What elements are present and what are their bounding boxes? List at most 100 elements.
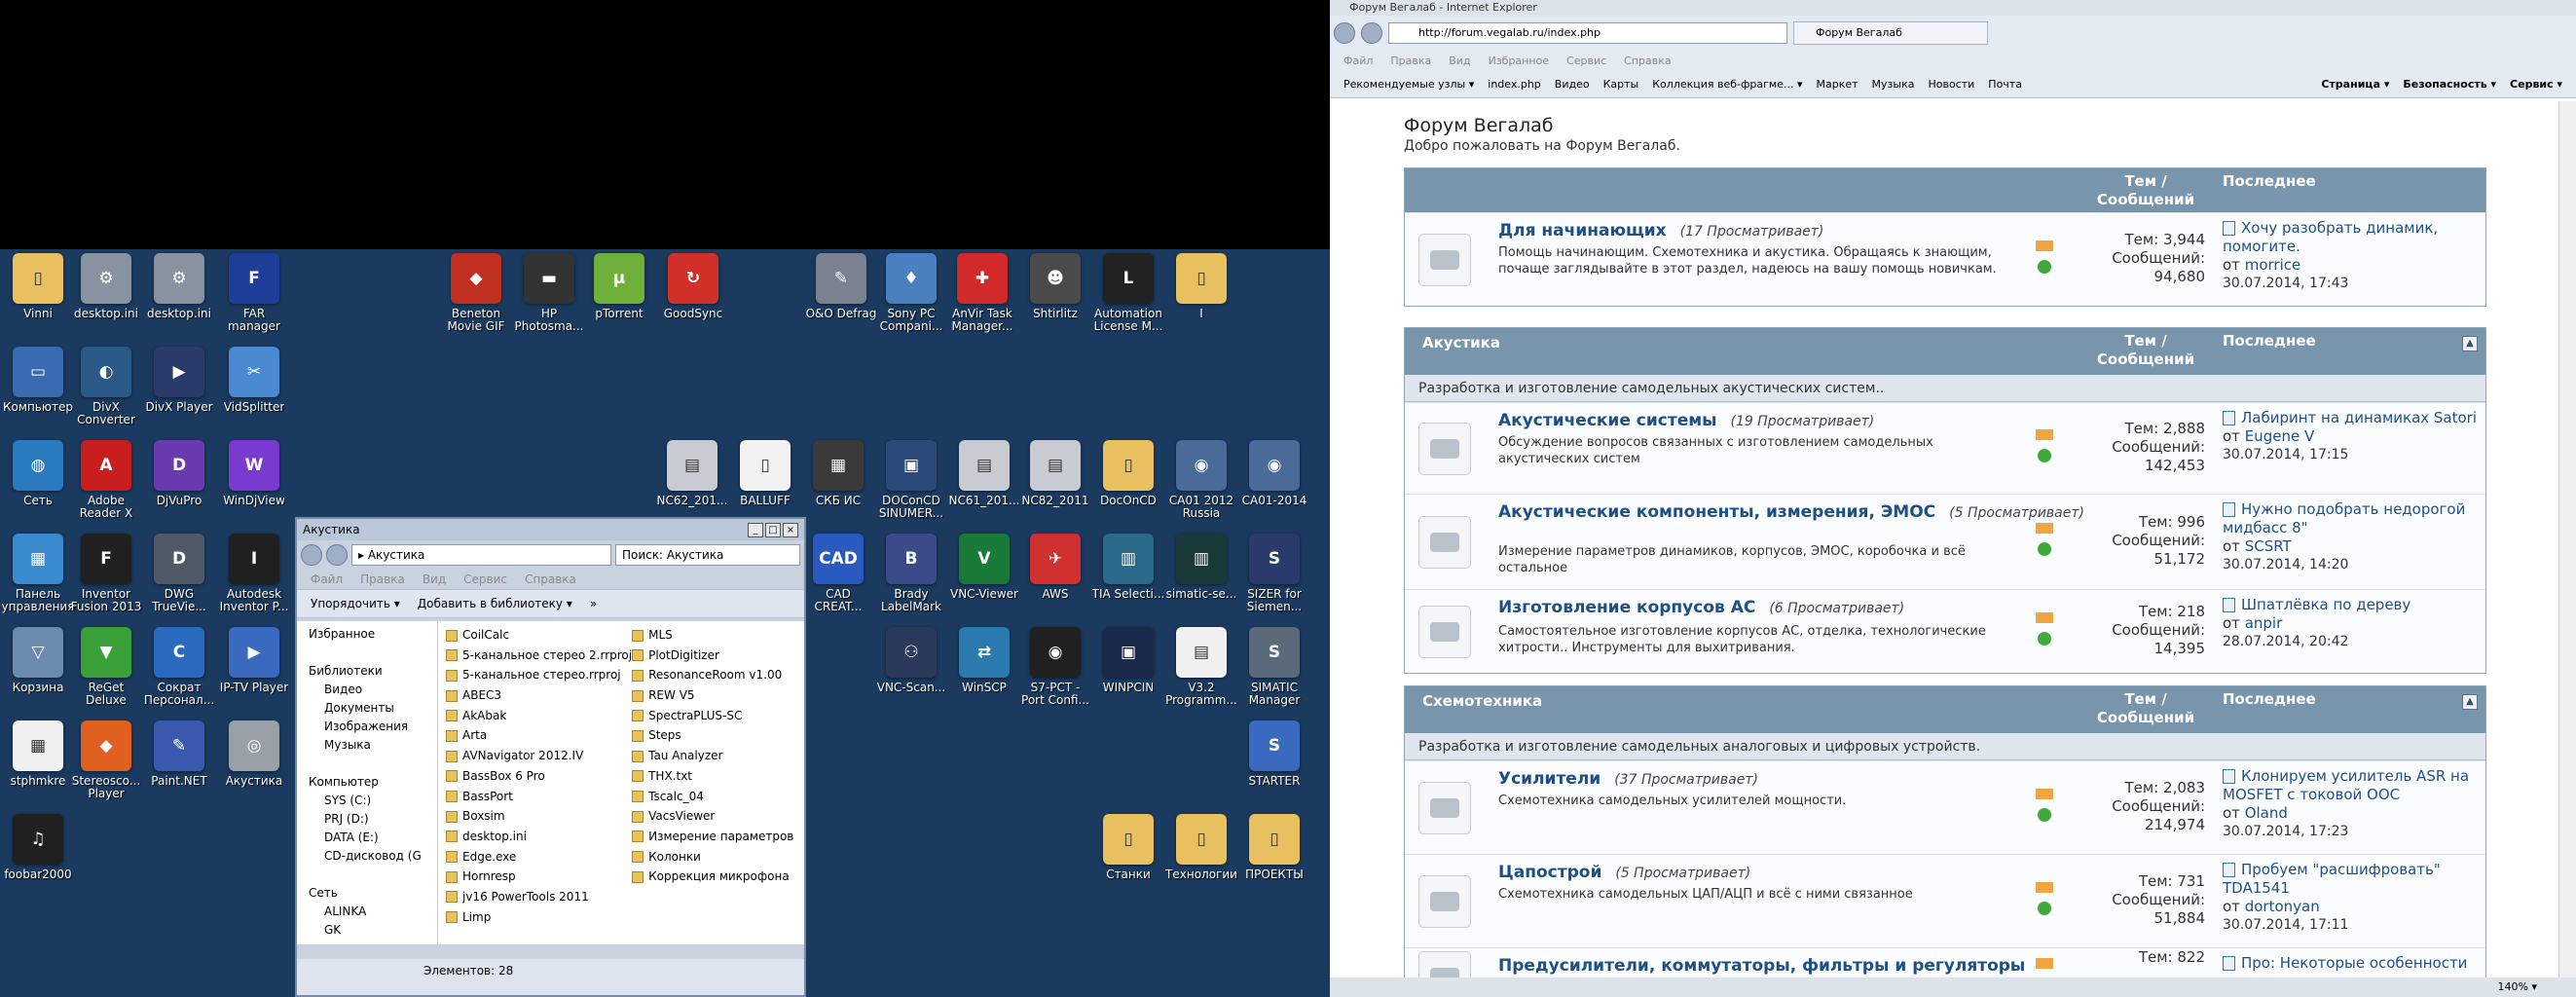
file-item[interactable]: CoilCalc: [446, 625, 632, 646]
desktop-icon[interactable]: ✚ AnVir Task Manager...: [944, 253, 1020, 333]
nav-item[interactable]: Компьютер: [297, 773, 437, 792]
nav-item[interactable]: Сеть: [297, 884, 437, 903]
rss-icon[interactable]: [2036, 612, 2053, 623]
ie-menu-file[interactable]: Файл: [1343, 55, 1373, 67]
desktop-icon[interactable]: F Inventor Fusion 2013: [68, 534, 144, 613]
nav-item[interactable]: Видео: [297, 681, 437, 699]
file-item[interactable]: Steps: [632, 725, 804, 746]
forum-title-text[interactable]: Предусилители, коммутаторы, фильтры и ре…: [1498, 956, 2025, 976]
file-item[interactable]: 5-канальное стерео.rrproj: [446, 665, 632, 685]
desktop-icon[interactable]: B Brady LabelMark: [873, 534, 949, 613]
favorite-link[interactable]: Карты: [1603, 78, 1639, 91]
desktop-icon[interactable]: ◍ Сеть: [0, 440, 76, 507]
desktop-icon[interactable]: ♦ Sony PC Compani...: [873, 253, 949, 333]
desktop-icon[interactable]: ▯ BALLUFF: [727, 440, 803, 507]
nav-item[interactable]: GK: [297, 921, 437, 940]
more-button[interactable]: »: [590, 597, 597, 610]
nav-item[interactable]: Избранное: [297, 625, 437, 644]
forum-title-text[interactable]: Акустические системы: [1498, 411, 1717, 430]
desktop-icon[interactable]: ✎ Paint.NET: [141, 720, 217, 788]
close-button[interactable]: ×: [783, 522, 798, 537]
back-button[interactable]: [301, 544, 322, 566]
last-post-user[interactable]: morrice: [2245, 256, 2301, 274]
forum-title-text[interactable]: Изготовление корпусов АС: [1498, 598, 1755, 617]
favorite-link[interactable]: Маркет: [1817, 78, 1858, 91]
forum-title[interactable]: Усилители (37 Просматривает): [1498, 769, 1758, 789]
desktop-icon[interactable]: С Сократ Персонал...: [141, 627, 217, 707]
command-menu[interactable]: Сервис ▾: [2510, 78, 2562, 91]
rss-icon[interactable]: [2036, 429, 2053, 440]
nav-item[interactable]: Документы: [297, 699, 437, 718]
favorite-link[interactable]: Рекомендуемые узлы ▾: [1343, 78, 1474, 91]
favorite-link[interactable]: Почта: [1988, 78, 2022, 91]
page-scrollbar[interactable]: [2558, 101, 2576, 978]
ie-menu-edit[interactable]: Правка: [1390, 55, 1431, 67]
desktop-icon[interactable]: ▭ Компьютер: [0, 347, 76, 414]
desktop-icon[interactable]: ▤ V3.2 Programm...: [1163, 627, 1239, 707]
desktop-icon[interactable]: ✂ VidSplitter: [216, 347, 292, 414]
menu-tools[interactable]: Сервис: [463, 572, 507, 586]
ie-back-button[interactable]: [1334, 21, 1355, 44]
file-item[interactable]: Boxsim: [446, 806, 632, 827]
desktop-icon[interactable]: ▯ I: [1163, 253, 1239, 320]
collapse-icon[interactable]: ▲: [2462, 336, 2478, 351]
last-post-title[interactable]: Нужно подобрать недорогой мидбасс 8": [2223, 500, 2465, 536]
last-post-user[interactable]: dortonyan: [2245, 898, 2320, 915]
desktop-icon[interactable]: ◆ Beneton Movie GIF: [438, 253, 514, 333]
desktop-icon[interactable]: ⚇ VNC-Scan...: [873, 627, 949, 694]
desktop-icon[interactable]: W WinDjView: [216, 440, 292, 507]
desktop-icon[interactable]: ▯ ПРОЕКТЫ: [1236, 814, 1312, 881]
ie-menu-tools[interactable]: Сервис: [1566, 55, 1606, 67]
zoom-level[interactable]: 140% ▾: [1330, 978, 2576, 997]
desktop-icon[interactable]: ▦ Панель управления: [0, 534, 76, 613]
desktop-icon[interactable]: V VNC-Viewer: [946, 534, 1022, 601]
desktop-icon[interactable]: ◎ Акустика: [216, 720, 292, 788]
ie-menu-help[interactable]: Справка: [1624, 55, 1671, 67]
file-item[interactable]: ResonanceRoom v1.00: [632, 665, 804, 685]
category-title[interactable]: Схемотехника: [1422, 692, 1542, 710]
desktop-icon[interactable]: ▶ DivX Player: [141, 347, 217, 414]
nav-item[interactable]: CD-дисковод (G: [297, 847, 437, 866]
desktop-icon[interactable]: ▯ Технологии: [1163, 814, 1239, 881]
desktop-icon[interactable]: µ pTorrent: [581, 253, 657, 320]
explorer-titlebar[interactable]: Акустика _ □ ×: [297, 519, 804, 540]
forum-title-text[interactable]: Цапострой: [1498, 863, 1601, 882]
desktop-icon[interactable]: ▬ HP Photosma...: [511, 253, 587, 333]
desktop-icon[interactable]: I Autodesk Inventor P...: [216, 534, 292, 613]
desktop-icon[interactable]: ▤ NC61_201...: [946, 440, 1022, 507]
minimize-button[interactable]: _: [748, 522, 763, 537]
desktop-icon[interactable]: S SIMATIC Manager: [1236, 627, 1312, 707]
last-post-title[interactable]: Про: Некоторые особенности: [2241, 954, 2467, 972]
file-item[interactable]: Limp: [446, 907, 632, 928]
ie-forward-button[interactable]: [1361, 21, 1382, 44]
desktop-icon[interactable]: ▤ NC62_201...: [654, 440, 730, 507]
desktop-icon[interactable]: ▦ СКБ ИС: [800, 440, 876, 507]
forum-title[interactable]: Цапострой (5 Просматривает): [1498, 863, 1750, 882]
desktop-icon[interactable]: ◐ DivX Converter: [68, 347, 144, 426]
file-item[interactable]: desktop.ini: [446, 827, 632, 847]
favorite-link[interactable]: Коллекция веб-фрагме... ▾: [1652, 78, 1802, 91]
file-item[interactable]: Tscalc_04: [632, 787, 804, 807]
last-post-title[interactable]: Лабиринт на динамиках Satori: [2241, 409, 2477, 426]
file-item[interactable]: MLS: [632, 625, 804, 646]
desktop-icon[interactable]: S SIZER for Siemen...: [1236, 534, 1312, 613]
file-item[interactable]: Edge.exe: [446, 847, 632, 868]
maximize-button[interactable]: □: [765, 522, 781, 537]
desktop-icon[interactable]: ◉ CA01-2014: [1236, 440, 1312, 507]
desktop-icon[interactable]: ▶ IP-TV Player: [216, 627, 292, 694]
nav-item[interactable]: Изображения: [297, 718, 437, 736]
forum-title[interactable]: Для начинающих (17 Просматривает): [1498, 221, 1823, 240]
desktop-icon[interactable]: D DWG TrueVie...: [141, 534, 217, 613]
desktop-icon[interactable]: ♫ foobar2000: [0, 814, 76, 881]
nav-item[interactable]: Музыка: [297, 736, 437, 755]
nav-item[interactable]: ALINKA: [297, 903, 437, 921]
collapse-icon[interactable]: ▲: [2462, 694, 2478, 710]
nav-item[interactable]: DATA (E:): [297, 829, 437, 847]
last-post-title[interactable]: Пробуем "расшифровать" TDA1541: [2223, 861, 2441, 897]
ie-menu-view[interactable]: Вид: [1449, 55, 1470, 67]
file-item[interactable]: ABEC3: [446, 685, 632, 706]
desktop-icon[interactable]: ◉ CA01 2012 Russia: [1163, 440, 1239, 520]
file-item[interactable]: Hornresp: [446, 867, 632, 887]
desktop-icon[interactable]: ☻ Shtirlitz: [1017, 253, 1093, 320]
forum-title[interactable]: Акустические компоненты, измерения, ЭМОС…: [1498, 502, 2084, 522]
